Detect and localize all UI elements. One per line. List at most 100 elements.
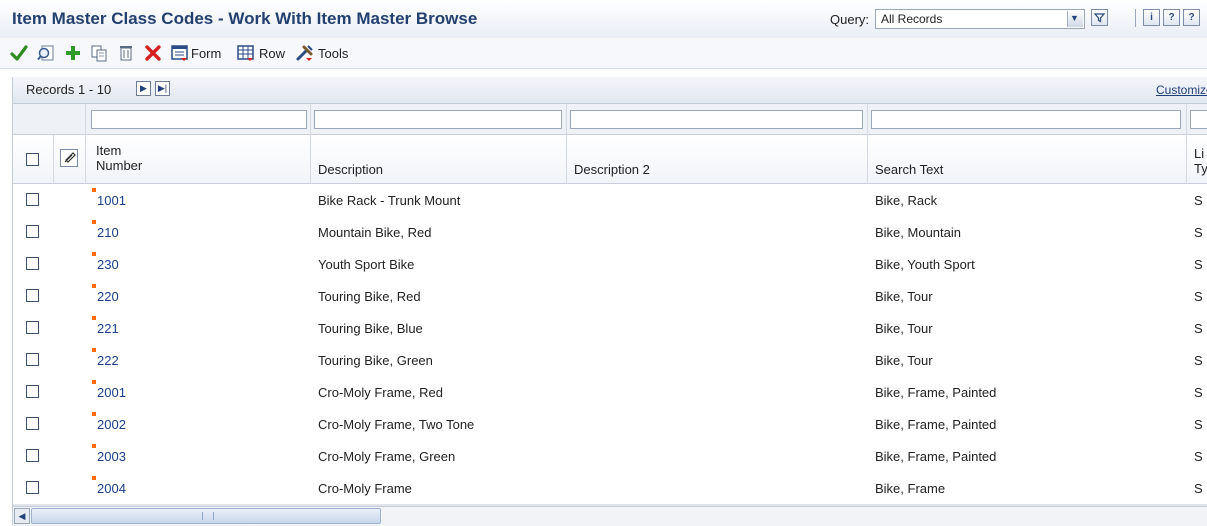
line-type-cell: S — [1194, 481, 1203, 496]
description-cell: Cro-Moly Frame, Red — [318, 385, 443, 400]
table-row[interactable]: 210 Mountain Bike, Red Bike, Mountain S — [13, 216, 1207, 249]
row-menu-label[interactable]: Row — [259, 46, 285, 61]
col-item-number[interactable]: Item Number — [96, 143, 142, 173]
table-row[interactable]: 230 Youth Sport Bike Bike, Youth Sport S — [13, 248, 1207, 281]
find-icon[interactable] — [36, 43, 56, 63]
item-number-link[interactable]: 2001 — [97, 385, 126, 400]
info-icon[interactable]: i — [1143, 9, 1160, 26]
col-description2[interactable]: Description 2 — [574, 162, 650, 177]
search-text-cell: Bike, Rack — [875, 193, 938, 208]
search-text-cell: Bike, Mountain — [875, 225, 961, 240]
line-type-cell: S — [1194, 417, 1203, 432]
filter-icon[interactable] — [1091, 9, 1108, 26]
description-cell: Cro-Moly Frame, Two Tone — [318, 417, 475, 432]
scroll-thumb[interactable] — [31, 508, 381, 524]
row-checkbox[interactable] — [26, 225, 39, 238]
copy-icon[interactable] — [89, 43, 109, 63]
row-flag-icon — [92, 220, 96, 224]
title-bar: Item Master Class Codes - Work With Item… — [0, 0, 1207, 38]
row-checkbox[interactable] — [26, 353, 39, 366]
col-search-text[interactable]: Search Text — [875, 162, 943, 177]
chevron-down-icon[interactable]: ▼ — [1067, 11, 1083, 27]
search-text-cell: Bike, Tour — [875, 289, 933, 304]
query-label: Query: — [830, 12, 870, 27]
description-filter[interactable] — [314, 110, 562, 129]
item-number-link[interactable]: 230 — [97, 257, 119, 272]
table-row[interactable]: 2003 Cro-Moly Frame, Green Bike, Frame, … — [13, 440, 1207, 473]
row-flag-icon — [92, 252, 96, 256]
row-checkbox[interactable] — [26, 417, 39, 430]
search-text-cell: Bike, Tour — [875, 321, 933, 336]
row-flag-icon — [92, 476, 96, 480]
horizontal-scrollbar[interactable]: ◀ — [13, 506, 1207, 526]
search-text-cell: Bike, Frame, Painted — [875, 417, 997, 432]
col-description[interactable]: Description — [318, 162, 383, 177]
col-line-type[interactable]: Li Ty — [1194, 146, 1207, 176]
item-number-filter[interactable] — [91, 110, 307, 129]
query-select[interactable]: All Records ▼ — [875, 9, 1085, 29]
search-text-cell: Bike, Tour — [875, 353, 933, 368]
grid: Records 1 - 10 ▶ ▶| Customize Item Numbe… — [12, 77, 1207, 526]
row-checkbox[interactable] — [26, 289, 39, 302]
table-row[interactable]: 1001 Bike Rack - Trunk Mount Bike, Rack … — [13, 184, 1207, 217]
table-row[interactable]: 221 Touring Bike, Blue Bike, Tour S — [13, 312, 1207, 345]
description-cell: Mountain Bike, Red — [318, 225, 432, 240]
item-number-link[interactable]: 2002 — [97, 417, 126, 432]
item-number-link[interactable]: 221 — [97, 321, 119, 336]
description-cell: Touring Bike, Green — [318, 353, 433, 368]
checkmark-icon[interactable] — [9, 43, 29, 63]
description2-filter[interactable] — [570, 110, 863, 129]
customize-grid-link[interactable]: Customize — [1156, 83, 1207, 97]
table-row[interactable]: 2001 Cro-Moly Frame, Red Bike, Frame, Pa… — [13, 376, 1207, 409]
row-checkbox[interactable] — [26, 481, 39, 494]
form-menu-label[interactable]: Form — [191, 46, 221, 61]
row-checkbox[interactable] — [26, 257, 39, 270]
select-all-checkbox[interactable] — [26, 153, 39, 166]
close-icon[interactable] — [143, 43, 163, 63]
table-row[interactable]: 220 Touring Bike, Red Bike, Tour S — [13, 280, 1207, 313]
item-number-link[interactable]: 2003 — [97, 449, 126, 464]
item-number-link[interactable]: 220 — [97, 289, 119, 304]
row-menu-icon[interactable] — [236, 43, 256, 63]
qbe-filter-row — [13, 104, 1207, 135]
grid-toolbar: Records 1 - 10 ▶ ▶| Customize — [13, 77, 1207, 104]
row-flag-icon — [92, 284, 96, 288]
row-flag-icon — [92, 316, 96, 320]
row-checkbox[interactable] — [26, 385, 39, 398]
search-text-cell: Bike, Frame — [875, 481, 946, 496]
description-cell: Touring Bike, Blue — [318, 321, 423, 336]
table-row[interactable]: 2002 Cro-Moly Frame, Two Tone Bike, Fram… — [13, 408, 1207, 441]
scroll-left-icon[interactable]: ◀ — [14, 508, 30, 524]
search-text-filter[interactable] — [871, 110, 1181, 129]
row-checkbox[interactable] — [26, 321, 39, 334]
item-number-link[interactable]: 2004 — [97, 481, 126, 496]
grid-header: Item Number Description Description 2 Se… — [13, 135, 1207, 184]
search-text-cell: Bike, Frame, Painted — [875, 449, 997, 464]
form-menu-icon[interactable] — [170, 43, 190, 63]
row-flag-icon — [92, 444, 96, 448]
table-row[interactable]: 2004 Cro-Moly Frame Bike, Frame S — [13, 472, 1207, 505]
description-cell: Touring Bike, Red — [318, 289, 421, 304]
description-cell: Cro-Moly Frame, Green — [318, 449, 456, 464]
row-flag-icon — [92, 380, 96, 384]
line-type-cell: S — [1194, 257, 1203, 272]
line-type-cell: S — [1194, 385, 1203, 400]
last-page-icon[interactable]: ▶| — [155, 81, 170, 96]
tools-menu-icon[interactable] — [295, 43, 315, 63]
row-checkbox[interactable] — [26, 449, 39, 462]
about-icon[interactable]: ? — [1183, 9, 1200, 26]
line-type-cell: S — [1194, 289, 1203, 304]
item-number-link[interactable]: 222 — [97, 353, 119, 368]
line-type-cell: S — [1194, 225, 1203, 240]
help-icon[interactable]: ? — [1163, 9, 1180, 26]
tools-menu-label[interactable]: Tools — [318, 46, 348, 61]
next-page-icon[interactable]: ▶ — [136, 81, 151, 96]
item-number-link[interactable]: 210 — [97, 225, 119, 240]
row-checkbox[interactable] — [26, 193, 39, 206]
item-number-link[interactable]: 1001 — [97, 193, 126, 208]
add-icon[interactable] — [63, 43, 83, 63]
table-row[interactable]: 222 Touring Bike, Green Bike, Tour S — [13, 344, 1207, 377]
line-type-filter[interactable] — [1190, 110, 1207, 129]
line-type-cell: S — [1194, 193, 1203, 208]
trash-icon[interactable] — [116, 43, 136, 63]
